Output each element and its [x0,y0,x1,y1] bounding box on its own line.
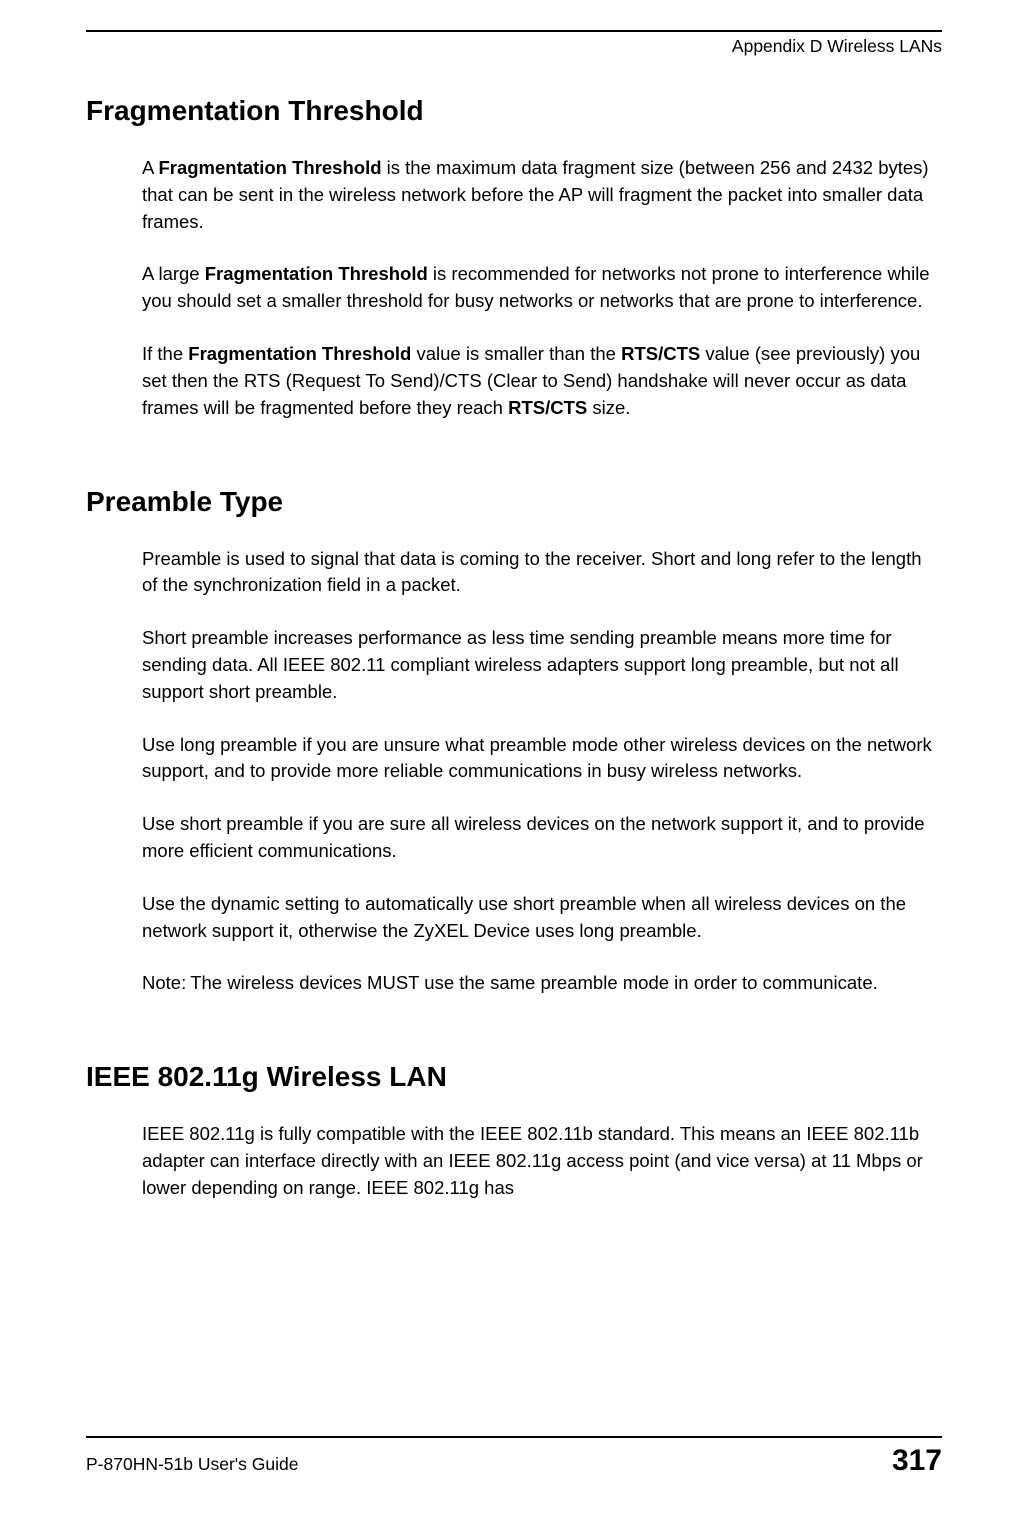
page-content: Appendix D Wireless LANs Fragmentation T… [0,0,1028,1202]
preamble-para-1: Preamble is used to signal that data is … [142,546,942,600]
preamble-para-3: Use long preamble if you are unsure what… [142,732,942,786]
frag-body: A Fragmentation Threshold is the maximum… [142,155,942,422]
term-fragmentation-threshold: Fragmentation Threshold [158,157,381,178]
term-rts-cts: RTS/CTS [508,397,587,418]
header-rule [86,30,942,32]
heading-fragmentation-threshold: Fragmentation Threshold [86,95,942,127]
section-spacer [86,448,942,486]
footer-rule [86,1436,942,1438]
ieee-body: IEEE 802.11g is fully compatible with th… [142,1121,942,1201]
text: A large [142,263,205,284]
preamble-para-5: Use the dynamic setting to automatically… [142,891,942,945]
preamble-body: Preamble is used to signal that data is … [142,546,942,998]
preamble-para-4: Use short preamble if you are sure all w… [142,811,942,865]
heading-preamble-type: Preamble Type [86,486,942,518]
frag-para-1: A Fragmentation Threshold is the maximum… [142,155,942,235]
term-fragmentation-threshold: Fragmentation Threshold [188,343,411,364]
page-footer: P-870HN-51b User's Guide 317 [86,1436,942,1478]
term-fragmentation-threshold: Fragmentation Threshold [205,263,428,284]
text: If the [142,343,188,364]
term-rts-cts: RTS/CTS [621,343,700,364]
ieee-para-1: IEEE 802.11g is fully compatible with th… [142,1121,942,1201]
heading-ieee-80211g: IEEE 802.11g Wireless LAN [86,1061,942,1093]
header-appendix: Appendix D Wireless LANs [86,36,942,57]
note-label: Note: [142,970,190,997]
frag-para-3: If the Fragmentation Threshold value is … [142,341,942,421]
text: A [142,157,158,178]
frag-para-2: A large Fragmentation Threshold is recom… [142,261,942,315]
footer-guide-title: P-870HN-51b User's Guide [86,1454,298,1475]
footer-page-number: 317 [892,1444,942,1478]
footer-row: P-870HN-51b User's Guide 317 [86,1444,942,1478]
section-spacer [86,1023,942,1061]
text: value is smaller than the [411,343,621,364]
preamble-note: Note: The wireless devices MUST use the … [142,970,942,997]
note-body: The wireless devices MUST use the same p… [190,970,942,997]
text: size. [587,397,630,418]
preamble-para-2: Short preamble increases performance as … [142,625,942,705]
